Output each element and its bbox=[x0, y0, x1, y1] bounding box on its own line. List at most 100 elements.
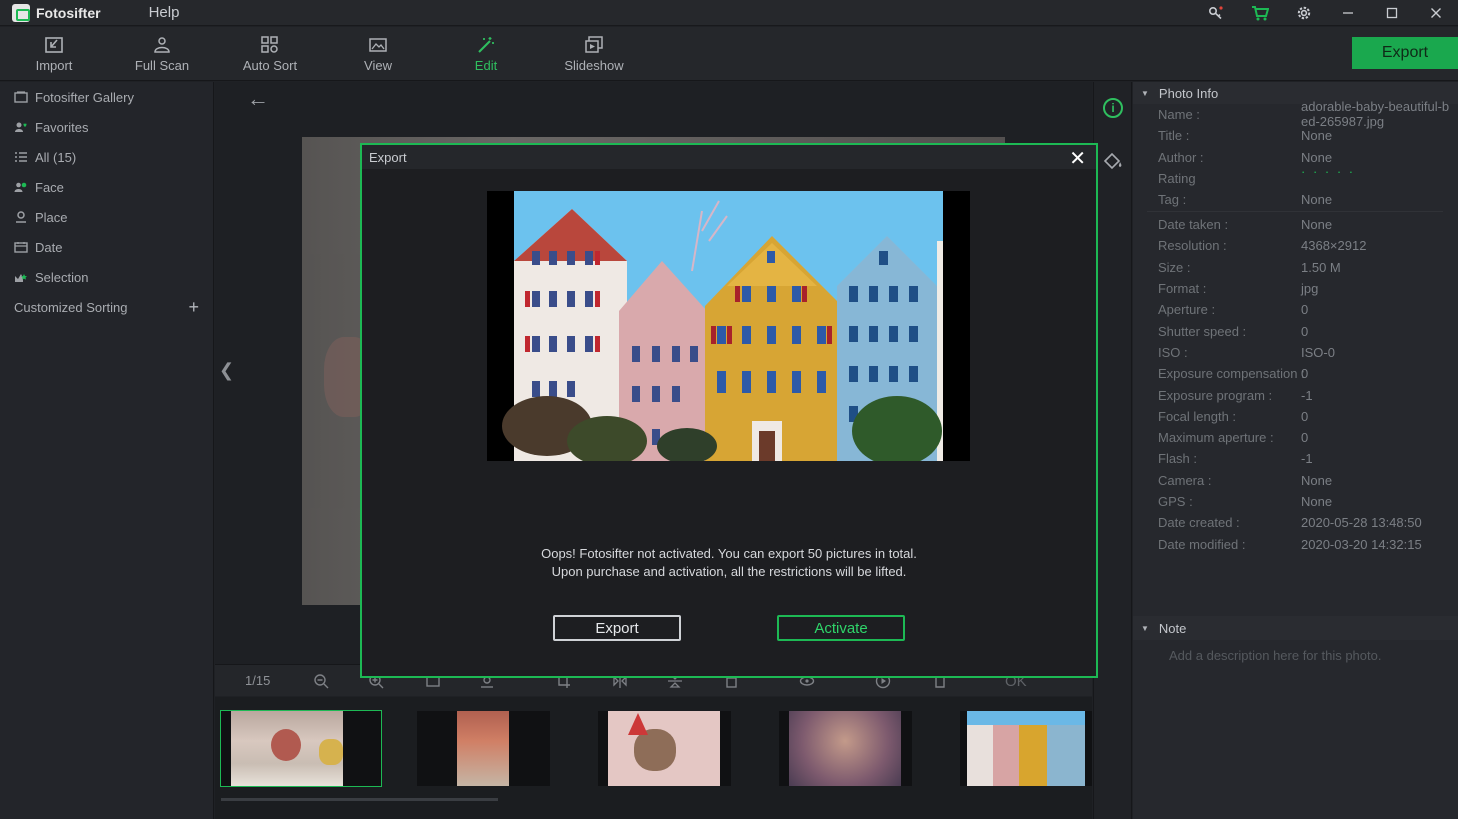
info-label-exposure-program: Exposure program : bbox=[1158, 388, 1273, 403]
info-value-shutter-speed: 0 bbox=[1301, 324, 1309, 339]
selection-icon bbox=[15, 274, 27, 282]
sidebar: Fotosifter Gallery Favorites All (15) Fa… bbox=[0, 82, 214, 819]
sidebar-item-label: Selection bbox=[35, 269, 89, 285]
info-label-date-taken: Date taken : bbox=[1158, 217, 1229, 232]
back-arrow-icon[interactable]: ← bbox=[247, 86, 269, 112]
tool-full-scan-label: Full Scan bbox=[134, 57, 190, 73]
thumbnail-party-dog[interactable] bbox=[598, 711, 731, 786]
info-label-flash: Flash : bbox=[1158, 451, 1198, 466]
key-icon[interactable] bbox=[1194, 0, 1238, 26]
note-input[interactable]: Add a description here for this photo. bbox=[1169, 648, 1381, 663]
info-label-resolution: Resolution : bbox=[1158, 238, 1227, 253]
message-line-2: Upon purchase and activation, all the re… bbox=[551, 564, 907, 579]
info-divider bbox=[1147, 211, 1443, 212]
maximize-icon[interactable] bbox=[1370, 0, 1414, 26]
thumbnail-dog-person[interactable] bbox=[417, 711, 550, 786]
sidebar-custom-sorting[interactable]: Customized Sorting + bbox=[0, 292, 213, 322]
gear-icon[interactable] bbox=[1282, 0, 1326, 26]
place-icon bbox=[16, 211, 26, 223]
info-label-shutter-speed: Shutter speed : bbox=[1158, 324, 1247, 339]
tool-edit[interactable]: Edit bbox=[432, 27, 540, 81]
import-icon bbox=[45, 36, 63, 53]
activate-button[interactable]: Activate bbox=[777, 615, 905, 641]
thumbnail-family[interactable] bbox=[779, 711, 912, 786]
export-dialog-title: Export bbox=[369, 149, 407, 165]
zoom-out-icon[interactable] bbox=[313, 673, 331, 689]
minimize-icon[interactable] bbox=[1326, 0, 1370, 26]
tool-full-scan[interactable]: Full Scan bbox=[108, 27, 216, 81]
thumbnail-houses[interactable] bbox=[960, 711, 1092, 786]
note-header[interactable]: ▼ Note bbox=[1133, 616, 1458, 640]
close-window-icon[interactable] bbox=[1414, 0, 1458, 26]
main-toolbar: Import Full Scan Auto Sort View Edit Sli… bbox=[0, 27, 1458, 81]
export-button[interactable]: Export bbox=[553, 615, 681, 641]
export-preview-image bbox=[487, 191, 970, 461]
info-label-rating: Rating bbox=[1158, 171, 1196, 186]
info-value-date-created: 2020-05-28 13:48:50 bbox=[1301, 515, 1422, 530]
calendar-icon bbox=[14, 242, 28, 253]
full-scan-icon bbox=[154, 36, 170, 53]
info-value-title: None bbox=[1301, 128, 1333, 143]
info-label-tag: Tag : bbox=[1158, 192, 1187, 207]
info-label-iso: ISO : bbox=[1158, 345, 1188, 360]
info-label-format: Format : bbox=[1158, 281, 1207, 296]
sidebar-item-label: Favorites bbox=[35, 119, 89, 135]
chevron-left-icon[interactable]: ❮ bbox=[219, 360, 234, 381]
sidebar-item-all[interactable]: All (15) bbox=[0, 142, 213, 172]
info-label-size: Size : bbox=[1158, 260, 1191, 275]
title-icons bbox=[1194, 0, 1458, 26]
info-label-exposure-compensation: Exposure compensation : bbox=[1158, 366, 1305, 381]
face-icon bbox=[14, 182, 27, 192]
tool-view-label: View bbox=[364, 57, 392, 73]
list-icon bbox=[15, 152, 27, 162]
info-value-exposure-program: -1 bbox=[1301, 388, 1313, 403]
activation-message: Oops! Fotosifter not activated. You can … bbox=[362, 545, 1096, 581]
rating-stars[interactable]: · · · · · bbox=[1301, 164, 1355, 179]
menu-help[interactable]: Help bbox=[149, 4, 180, 21]
custom-sorting-label: Customized Sorting bbox=[14, 299, 128, 315]
close-icon[interactable]: ✕ bbox=[1069, 146, 1086, 171]
export-button-top[interactable]: Export bbox=[1352, 37, 1458, 69]
auto-sort-icon bbox=[261, 35, 278, 53]
export-dialog: Export ✕ Oops! Fotosifter not activated.… bbox=[360, 143, 1098, 678]
info-value-camera: None bbox=[1301, 473, 1333, 488]
info-value-focal-length: 0 bbox=[1301, 409, 1309, 424]
info-label-gps: GPS : bbox=[1158, 494, 1193, 509]
tool-auto-sort[interactable]: Auto Sort bbox=[216, 27, 324, 81]
sidebar-item-place[interactable]: Place bbox=[0, 202, 213, 232]
tool-auto-sort-label: Auto Sort bbox=[242, 57, 298, 73]
fotosifter-logo-icon bbox=[12, 3, 30, 22]
info-label-date-created: Date created : bbox=[1158, 515, 1240, 530]
title-bar: Fotosifter Help bbox=[0, 0, 1458, 26]
info-value-maximum-aperture: 0 bbox=[1301, 430, 1309, 445]
info-value-tag[interactable]: None bbox=[1301, 192, 1332, 207]
tool-view[interactable]: View bbox=[324, 27, 432, 81]
houses-photo bbox=[487, 191, 970, 461]
sidebar-item-face[interactable]: Face bbox=[0, 172, 213, 202]
info-label-aperture: Aperture : bbox=[1158, 302, 1216, 317]
tool-slideshow[interactable]: Slideshow bbox=[540, 27, 648, 81]
cart-icon[interactable] bbox=[1238, 0, 1282, 26]
info-value-exposure-compensation: 0 bbox=[1301, 366, 1309, 381]
thumbnail-baby[interactable] bbox=[220, 710, 382, 787]
info-value-date-modified: 2020-03-20 14:32:15 bbox=[1301, 537, 1422, 552]
info-icon[interactable]: i bbox=[1103, 98, 1123, 118]
info-value-resolution: 4368×2912 bbox=[1301, 238, 1367, 253]
info-label-focal-length: Focal length : bbox=[1158, 409, 1237, 424]
add-sorting-icon[interactable]: + bbox=[188, 297, 199, 318]
sidebar-item-label: All (15) bbox=[35, 149, 77, 165]
app-logo: Fotosifter bbox=[12, 3, 101, 22]
tool-edit-label: Edit bbox=[474, 57, 498, 73]
sidebar-item-gallery[interactable]: Fotosifter Gallery bbox=[0, 82, 213, 112]
app-window: Fotosifter Help Import Full Scan Auto So… bbox=[0, 0, 1458, 819]
info-value-date-taken: None bbox=[1301, 217, 1333, 232]
info-label-date-modified: Date modified : bbox=[1158, 537, 1246, 552]
thumbnail-scrollbar[interactable] bbox=[221, 798, 498, 801]
sidebar-item-label: Place bbox=[35, 209, 68, 225]
paint-bucket-icon[interactable] bbox=[1102, 152, 1124, 170]
sidebar-item-favorites[interactable]: Favorites bbox=[0, 112, 213, 142]
sidebar-item-date[interactable]: Date bbox=[0, 232, 213, 262]
tool-import[interactable]: Import bbox=[0, 27, 108, 81]
info-label-title: Title : bbox=[1158, 128, 1190, 143]
sidebar-item-selection[interactable]: Selection bbox=[0, 262, 213, 292]
